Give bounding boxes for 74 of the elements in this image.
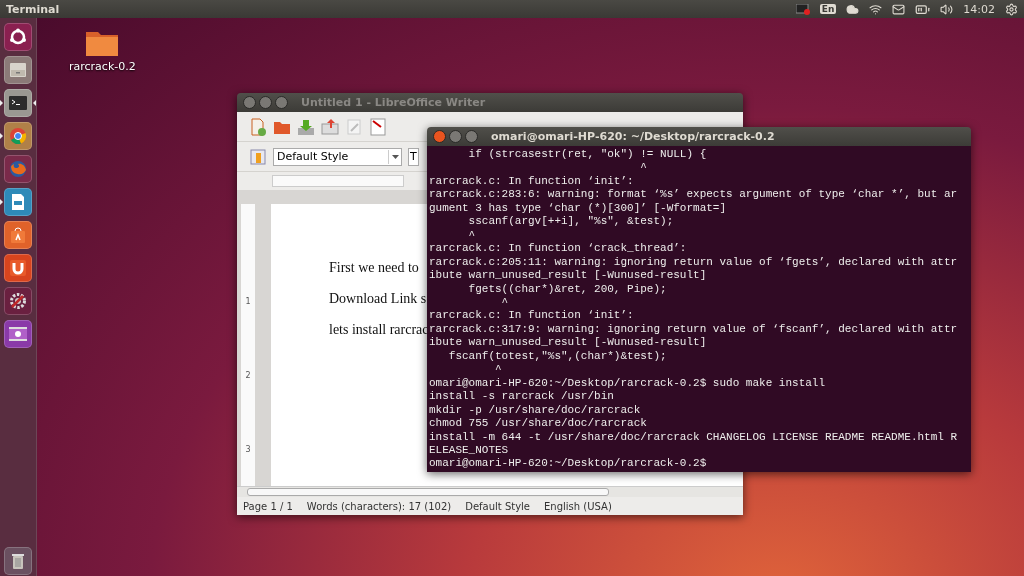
status-item: Default Style xyxy=(465,500,531,512)
maximize-button[interactable] xyxy=(465,130,478,143)
window-title: omari@omari-HP-620: ~/Desktop/rarcrack-0.2 xyxy=(491,130,775,143)
terminal-line: omari@omari-HP-620:~/Desktop/rarcrack-0.2$ xyxy=(429,457,708,471)
launcher-item[interactable] xyxy=(4,546,32,575)
settings-icon[interactable] xyxy=(1005,2,1018,16)
ubuntu-logo-icon xyxy=(8,26,28,47)
mail-icon[interactable] xyxy=(892,2,906,16)
terminal-line: sscanf(argv[++i], "%s", &test); xyxy=(467,215,675,229)
terminal-line: mkdir -p /usr/share/doc/rarcrack xyxy=(429,403,642,418)
font-name-field[interactable]: T xyxy=(408,147,419,166)
globe-fox-icon xyxy=(8,158,28,179)
terminal-line: rarcrack.c: In function ‘init’: xyxy=(429,309,635,323)
launcher-item[interactable] xyxy=(4,187,32,216)
terminal-line: ibute warn_unused_result [-Wunused-result] xyxy=(429,269,708,283)
launcher-item[interactable] xyxy=(4,319,32,348)
terminal-line: rarcrack.c: In function ‘crack_thread’: xyxy=(429,242,688,256)
ruler-number: 1 xyxy=(245,296,251,306)
launcher-item[interactable] xyxy=(4,88,32,117)
cloud-icon[interactable] xyxy=(846,2,860,16)
mail-icon[interactable] xyxy=(321,117,339,136)
document-paragraph: First we need to xyxy=(329,260,419,276)
shopping-bag-icon xyxy=(8,224,28,245)
close-button[interactable] xyxy=(433,130,446,143)
terminal-line: install -s rarcrack /usr/bin xyxy=(429,390,615,404)
status-item: English (USA) xyxy=(544,500,612,512)
terminal-line: ^ xyxy=(467,228,477,243)
paragraph-style-field[interactable]: Default Style xyxy=(273,147,402,166)
status-item: Page 1 / 1 xyxy=(243,500,293,512)
terminal-line: rarcrack.c:283:6: warning: format ‘%s’ expects argument of type ‘char *’, but ar xyxy=(429,188,959,202)
launcher-item[interactable] xyxy=(4,22,32,51)
terminal-line: if (strcasestr(ret, "ok") != NULL) { xyxy=(467,148,708,162)
ruler-number: 2 xyxy=(245,370,251,380)
terminal-line: rarcrack.c:205:11: warning: ignoring return value of ‘fgets’, declared with attr xyxy=(429,255,959,270)
app-title: Terminal xyxy=(6,2,61,16)
speaker-icon[interactable] xyxy=(940,2,954,16)
maximize-button[interactable] xyxy=(275,96,288,109)
terminal-line: omari@omari-HP-620:~/Desktop/rarcrack-0.2$ sudo make install xyxy=(429,376,827,391)
window-title: Untitled 1 - LibreOffice Writer xyxy=(301,96,486,109)
terminal-line: rarcrack.c: In function ‘init’: xyxy=(429,174,635,189)
minimize-button[interactable] xyxy=(259,96,272,109)
minimize-button[interactable] xyxy=(449,130,462,143)
terminal-line: ^ xyxy=(639,161,648,175)
scrollbar-thumb[interactable] xyxy=(247,488,609,496)
terminal-line: ^ xyxy=(494,363,503,377)
clock[interactable]: 14:02 xyxy=(963,2,995,16)
export-icon[interactable] xyxy=(369,117,387,136)
keyboard-layout-indicator[interactable]: En xyxy=(819,4,837,14)
document-paragraph: lets install rarcrac xyxy=(329,322,429,338)
gear-wrench-icon xyxy=(8,290,28,311)
document-paragraph: Download Link s xyxy=(329,291,427,307)
wifi-icon[interactable] xyxy=(869,2,883,16)
launcher-item[interactable] xyxy=(4,286,32,315)
dropdown-arrow-icon[interactable] xyxy=(388,149,401,164)
terminal-line: gument 3 has type ‘char (*)[300]’ [-Wformat=] xyxy=(429,201,728,216)
terminal-line: install -m 644 -t /usr/share/doc/rarcrack CHANGELOG LICENSE README README.html R xyxy=(429,430,959,444)
terminal-line: chmod 755 /usr/share/doc/rarcrack xyxy=(429,417,648,431)
terminal-line: ELEASE_NOTES xyxy=(429,443,510,458)
ruler-number: 3 xyxy=(245,444,251,454)
terminal-line: ibute warn_unused_result [-Wunused-result] xyxy=(429,336,708,350)
launcher-item[interactable] xyxy=(4,220,32,249)
screen-record-icon[interactable] xyxy=(795,3,810,15)
terminal-line: rarcrack.c:317:9: warning: ignoring return value of ‘fscanf’, declared with attr xyxy=(429,322,959,337)
terminal-line: ^ xyxy=(500,296,510,310)
launcher-item[interactable] xyxy=(4,253,32,282)
launcher-item[interactable] xyxy=(4,121,32,150)
close-button[interactable] xyxy=(243,96,256,109)
terminal-line: fscanf(totest,"%s",(char*)&test); xyxy=(447,349,668,364)
terminal-line: fgets((char*)&ret, 200, Pipe); xyxy=(467,282,668,296)
launcher-item[interactable] xyxy=(4,55,32,84)
u-icon xyxy=(8,257,28,278)
folder-label[interactable]: rarcrack-0.2 xyxy=(69,60,136,73)
browser-icon xyxy=(8,125,28,146)
status-item: Words (characters): 17 (102) xyxy=(306,500,452,512)
